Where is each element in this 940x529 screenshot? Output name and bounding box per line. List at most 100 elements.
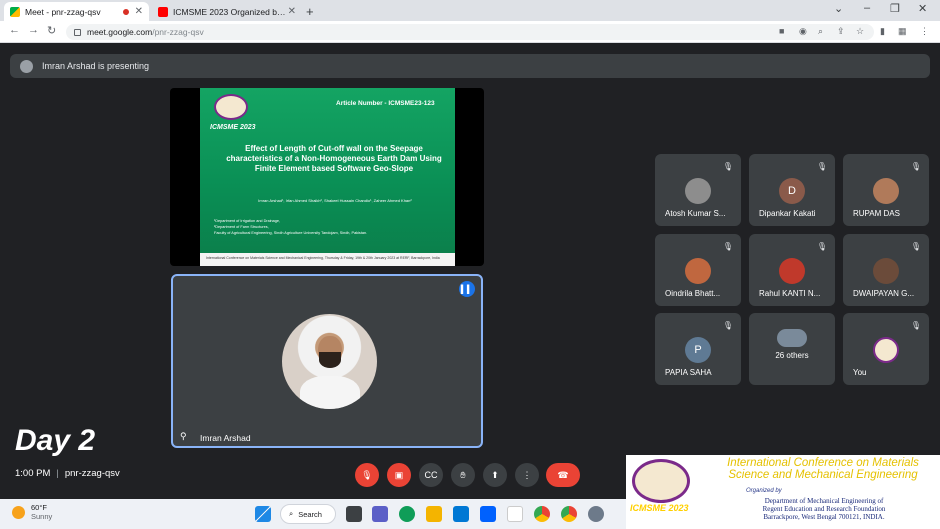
article-number: Article Number - ICMSME23-123 — [336, 100, 435, 107]
participant-name: You — [853, 368, 867, 377]
affiliation-line: Faculty of Agricultural Engineering, Sin… — [214, 231, 368, 235]
participant-tile[interactable]: 🎙︎ DWAIPAYAN G... — [843, 234, 929, 306]
day-overlay-text: Day 2 — [15, 424, 96, 457]
weather-condition: Sunny — [31, 512, 53, 521]
participant-tile[interactable]: 26 others — [749, 313, 835, 385]
camera-blocked-icon[interactable]: ◉ — [799, 26, 807, 37]
captions-button[interactable]: CC — [419, 463, 443, 487]
back-button[interactable]: ← — [9, 24, 20, 36]
sun-icon — [12, 505, 25, 519]
presentation-slide: ICMSME 2023 Article Number - ICMSME23-12… — [200, 88, 455, 266]
close-window-button[interactable]: ✕ — [918, 2, 927, 15]
task-view-icon[interactable] — [346, 506, 362, 522]
camera-off-button[interactable]: ▣ — [387, 463, 411, 487]
chrome-icon[interactable] — [534, 506, 550, 522]
participant-name: PAPIA SAHA — [665, 368, 712, 377]
present-icon: ⬆ — [491, 469, 499, 480]
meeting-code: pnr-zzag-qsv — [64, 468, 120, 479]
muted-mic-icon: 🎙︎ — [910, 242, 921, 251]
participant-tile[interactable]: 🎙︎ Oindrila Bhatt... — [655, 234, 741, 306]
muted-mic-icon: 🎙︎ — [722, 162, 733, 171]
weather-widget[interactable]: 60°F Sunny — [12, 503, 52, 521]
edge-icon[interactable] — [399, 506, 415, 522]
banner-dept-line: Department of Mechanical Engineering of — [764, 497, 884, 505]
search-icon: ⌕ — [289, 509, 294, 518]
leave-call-button[interactable]: ☎︎ — [546, 463, 580, 487]
participant-tile[interactable]: 🎙︎ Rahul KANTI N... — [749, 234, 835, 306]
slide-footer: International Conference on Materials Sc… — [200, 253, 455, 266]
participant-tile[interactable]: 🎙︎ Atosh Kumar S... — [655, 154, 741, 226]
close-tab-icon[interactable]: ✕ — [135, 6, 143, 17]
tab-meet[interactable]: Meet - pnr-zzag-qsv ✕ — [4, 2, 149, 21]
lock-icon — [74, 28, 81, 36]
slide-logo-text: ICMSME 2023 — [210, 124, 256, 131]
maximize-button[interactable]: ❐ — [890, 2, 900, 15]
participant-avatar — [685, 258, 711, 284]
presentation-tile[interactable]: ICMSME 2023 Article Number - ICMSME23-12… — [170, 88, 484, 266]
pin-icon[interactable]: ⚲ — [180, 431, 187, 442]
muted-mic-icon: 🎙︎ — [910, 162, 921, 171]
weather-temp: 60°F — [31, 503, 47, 512]
speaking-indicator-icon: ▍▍ — [459, 281, 475, 297]
participant-tile[interactable]: 🎙︎ P PAPIA SAHA — [655, 313, 741, 385]
notepad-icon[interactable] — [507, 506, 523, 522]
conference-logo — [214, 94, 248, 120]
dropbox-icon[interactable] — [480, 506, 496, 522]
teams-icon[interactable] — [372, 506, 388, 522]
beard-shape — [319, 352, 341, 368]
settings-gear-icon[interactable] — [588, 506, 604, 522]
search-label: Search — [298, 509, 322, 519]
close-tab-icon[interactable]: ✕ — [288, 6, 296, 17]
hang-up-icon: ☎︎ — [557, 469, 569, 480]
start-icon[interactable] — [255, 506, 271, 522]
present-button[interactable]: ⬆ — [483, 463, 507, 487]
reload-button[interactable]: ↻ — [47, 24, 56, 37]
mic-off-icon: 🎙︎ — [361, 469, 373, 480]
more-vert-icon: ⋮ — [522, 469, 532, 480]
banner-organized-by: Organized by — [746, 488, 782, 494]
participant-avatar — [873, 178, 899, 204]
url-host: meet.google.com — [87, 27, 153, 37]
muted-mic-icon: 🎙︎ — [816, 162, 827, 171]
mic-off-button[interactable]: 🎙︎ — [355, 463, 379, 487]
menu-dots-icon[interactable]: ⋮ — [920, 26, 929, 37]
camera-indicator-icon[interactable]: ■ — [779, 26, 784, 36]
minimize-button[interactable]: – — [864, 2, 870, 14]
participant-tile[interactable]: 🎙︎ RUPAM DAS — [843, 154, 929, 226]
raise-hand-button[interactable]: ✋︎ — [451, 463, 475, 487]
participant-name: Rahul KANTI N... — [759, 289, 821, 298]
tab-search-icon[interactable]: ⌄ — [834, 2, 843, 15]
banner-dept-line: Barrackpore, West Bengal 700121, INDIA. — [763, 513, 885, 521]
mail-icon[interactable] — [453, 506, 469, 522]
captions-icon: CC — [424, 470, 438, 480]
participant-tile[interactable]: 🎙︎ You — [843, 313, 929, 385]
muted-mic-icon: 🎙︎ — [722, 321, 733, 330]
zoom-icon[interactable]: ⌕ — [818, 26, 823, 37]
slide-title: Effect of Length of Cut-off wall on the … — [226, 144, 442, 173]
sidebar-icon[interactable]: ▮ — [880, 26, 885, 37]
presenter-video-tile[interactable]: ▍▍ ⚲ Imran Arshad — [171, 274, 483, 448]
bookmark-star-icon[interactable]: ☆ — [856, 26, 864, 37]
presenter-photo — [282, 314, 377, 409]
presenting-banner: Imran Arshad is presenting — [10, 54, 930, 78]
taskbar-search[interactable]: ⌕ Search — [280, 504, 336, 524]
participant-tile[interactable]: 🎙︎ D Dipankar Kakati — [749, 154, 835, 226]
more-options-button[interactable]: ⋮ — [515, 463, 539, 487]
file-explorer-icon[interactable] — [426, 506, 442, 522]
new-tab-button[interactable]: + — [306, 4, 314, 19]
tab-icmsme[interactable]: ICMSME 2023 Organized by Dep ✕ — [152, 2, 302, 21]
extension-icon[interactable]: ▦ — [898, 26, 907, 37]
meeting-time: 1:00 PM — [15, 468, 51, 479]
presenter-avatar — [20, 59, 33, 73]
banner-logo-text: ICMSME 2023 — [630, 503, 689, 513]
share-icon[interactable]: ⇪ — [837, 26, 845, 37]
browser-tab-strip: Meet - pnr-zzag-qsv ✕ ICMSME 2023 Organi… — [0, 0, 940, 21]
address-bar[interactable]: meet.google.com/pnr-zzag-qsv — [66, 24, 874, 40]
camera-off-icon: ▣ — [394, 469, 404, 480]
slide-authors: Imran Arshad¹, Irfan Ahmed Shaikh², Shak… — [258, 198, 412, 203]
meeting-info: 1:00 PM | pnr-zzag-qsv — [15, 468, 120, 479]
youtube-favicon-icon — [158, 6, 168, 17]
participant-name: 26 others — [775, 351, 809, 360]
chrome-icon[interactable] — [561, 506, 577, 522]
forward-button[interactable]: → — [28, 24, 39, 36]
